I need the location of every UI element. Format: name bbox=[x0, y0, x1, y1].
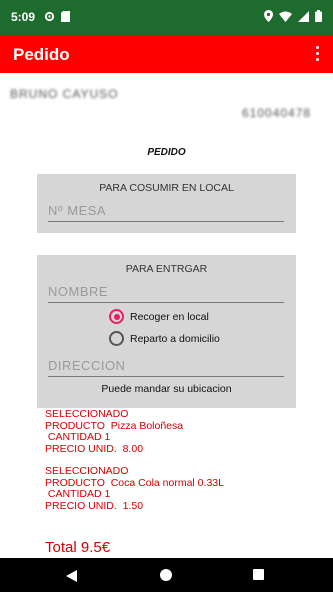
local-panel: PARA COSUMIR EN LOCAL bbox=[37, 174, 296, 233]
order-quantity: CANTIDAD 1 bbox=[45, 431, 111, 443]
location-icon bbox=[264, 10, 273, 22]
order-price: PRECIO UNID. 1.50 bbox=[45, 499, 144, 512]
wifi-icon bbox=[279, 11, 292, 22]
order-price: PRECIO UNID. 8.00 bbox=[45, 442, 144, 455]
customer-phone: 610040478 bbox=[242, 106, 312, 120]
order-item: SELECCIONADO PRODUCTO Coca Cola normal 0… bbox=[45, 465, 224, 512]
pedido-heading: PEDIDO bbox=[147, 147, 186, 158]
app-bar: Pedido bbox=[0, 35, 333, 73]
delivery-label: Reparto a domicilio bbox=[130, 332, 220, 345]
order-selected-label: SELECCIONADO bbox=[45, 408, 129, 420]
radio-selected-icon[interactable] bbox=[109, 309, 124, 324]
delivery-radio-option[interactable]: Reparto a domicilio bbox=[109, 331, 220, 346]
delivery-panel: PARA ENTRGAR Recoger en local Reparto a … bbox=[37, 255, 296, 408]
address-input[interactable] bbox=[48, 358, 284, 377]
status-time: 5:09 bbox=[11, 10, 36, 24]
back-icon[interactable] bbox=[66, 569, 77, 587]
order-total: Total 9.5€ bbox=[45, 539, 111, 556]
location-note: Puede mandar su ubicacion bbox=[101, 383, 232, 395]
name-input[interactable] bbox=[48, 284, 284, 303]
delivery-caption: PARA ENTRGAR bbox=[125, 263, 208, 275]
signal-icon bbox=[298, 10, 309, 22]
radio-unselected-icon[interactable] bbox=[109, 331, 124, 346]
battery-icon bbox=[315, 10, 322, 22]
table-number-input[interactable] bbox=[48, 203, 284, 222]
pickup-radio-option[interactable]: Recoger en local bbox=[109, 309, 209, 324]
order-quantity: CANTIDAD 1 bbox=[45, 488, 111, 500]
order-item: SELECCIONADO PRODUCTO Pizza Boloñesa CAN… bbox=[45, 408, 183, 455]
sd-card-icon bbox=[61, 11, 70, 22]
recents-icon[interactable] bbox=[253, 569, 264, 580]
local-caption: PARA COSUMIR EN LOCAL bbox=[99, 182, 234, 194]
app-title: Pedido bbox=[13, 45, 70, 64]
pickup-label: Recoger en local bbox=[130, 310, 209, 323]
overflow-menu-icon[interactable] bbox=[313, 46, 321, 62]
gear-icon bbox=[44, 11, 55, 22]
home-icon[interactable] bbox=[160, 569, 172, 581]
order-selected-label: SELECCIONADO bbox=[45, 465, 129, 477]
customer-name: BRUNO CAYUSO bbox=[10, 87, 119, 101]
system-nav-bar bbox=[0, 558, 333, 592]
status-bar: 5:09 bbox=[0, 0, 333, 35]
